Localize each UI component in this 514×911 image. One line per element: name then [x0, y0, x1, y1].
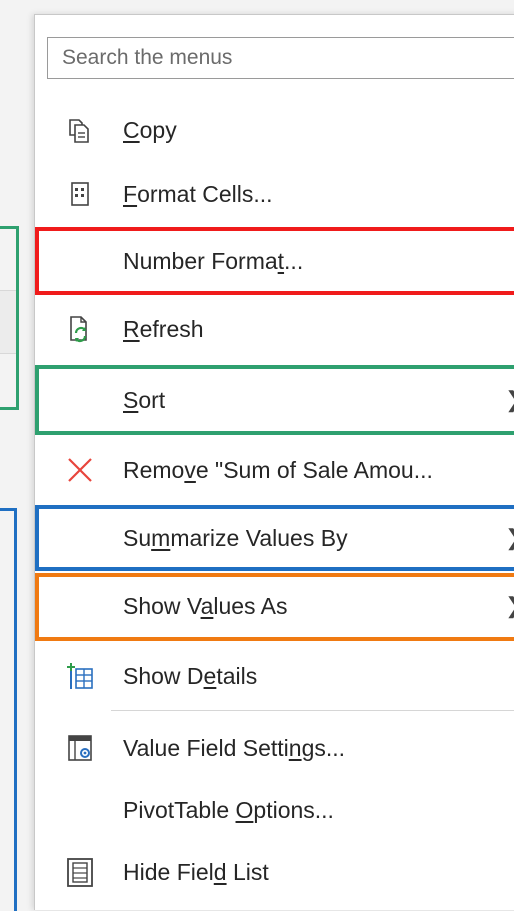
submenu-arrow-icon: ❯ — [505, 593, 514, 619]
refresh-icon — [65, 314, 95, 344]
menu-item-number-format[interactable]: Number Format... — [35, 230, 514, 292]
menu-item-label: Format Cells... — [123, 180, 273, 207]
menu-item-remove[interactable]: Remove "Sum of Sale Amou... — [35, 439, 514, 501]
remove-x-icon — [65, 455, 95, 485]
menu-item-label: Value Field Settings... — [123, 734, 346, 761]
menu-item-label: Summarize Values By — [123, 524, 348, 551]
context-menu: Copy Format Cells... Number Format... — [34, 14, 514, 910]
menu-item-label: Sort — [123, 386, 166, 413]
value-field-settings-icon — [65, 733, 95, 763]
menu-item-label: Number Format... — [123, 247, 304, 274]
background-blue-outline — [0, 508, 17, 911]
menu-item-copy[interactable]: Copy — [35, 99, 514, 161]
field-list-icon — [65, 857, 95, 887]
background-green-outline — [0, 226, 19, 410]
menu-item-label: Remove "Sum of Sale Amou... — [123, 456, 433, 483]
menu-search-input[interactable] — [48, 38, 514, 78]
menu-search-box[interactable] — [47, 37, 514, 79]
show-details-icon — [65, 661, 95, 691]
copy-icon — [65, 115, 95, 145]
menu-item-label: Hide Field List — [123, 858, 269, 885]
menu-item-value-field-settings[interactable]: Value Field Settings... — [35, 717, 514, 779]
format-cells-icon — [65, 179, 95, 209]
menu-item-label: PivotTable Options... — [123, 796, 334, 823]
menu-item-refresh[interactable]: Refresh — [35, 298, 514, 360]
menu-item-label: Refresh — [123, 315, 204, 342]
menu-item-label: Show Details — [123, 662, 258, 689]
menu-item-label: Copy — [123, 116, 177, 143]
submenu-arrow-icon: ❯ — [505, 387, 514, 413]
menu-item-show-values-as[interactable]: Show Values As ❯ — [35, 575, 514, 637]
menu-item-label: Show Values As — [123, 592, 288, 619]
menu-item-summarize-values-by[interactable]: Summarize Values By ❯ — [35, 507, 514, 569]
menu-divider — [111, 710, 514, 711]
menu-item-pivottable-options[interactable]: PivotTable Options... — [35, 779, 514, 841]
menu-item-format-cells[interactable]: Format Cells... — [35, 163, 514, 225]
menu-item-sort[interactable]: Sort ❯ — [35, 369, 514, 431]
menu-item-show-details[interactable]: Show Details — [35, 645, 514, 707]
submenu-arrow-icon: ❯ — [505, 525, 514, 551]
menu-item-hide-field-list[interactable]: Hide Field List — [35, 841, 514, 903]
